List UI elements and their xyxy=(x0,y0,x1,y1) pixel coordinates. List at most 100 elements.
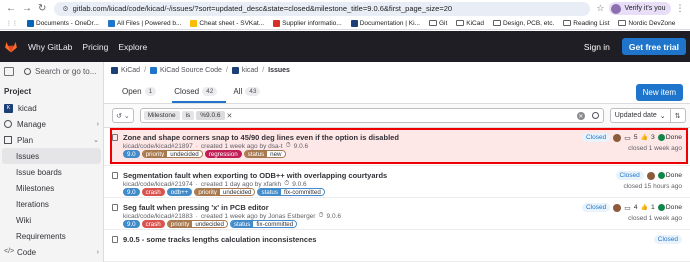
issue-meta: kicad/code/kicad#21897 · created 1 week ag… xyxy=(123,142,308,150)
gitlab-logo-icon[interactable] xyxy=(4,40,18,53)
sort-dropdown[interactable]: Updated date ⌄ ⇅ xyxy=(609,108,686,123)
issue-milestone[interactable]: 9.0.6 xyxy=(292,181,306,188)
issue-reference[interactable]: kicad/code/kicad#21883 xyxy=(123,213,193,220)
sidebar-item-requirements[interactable]: Requirements xyxy=(0,228,103,244)
menu-icon[interactable]: ⋮ xyxy=(676,3,685,14)
recent-searches-button[interactable]: ↺ ⌄ xyxy=(112,108,134,123)
apps-icon[interactable]: ⋮⋮ xyxy=(6,20,18,27)
bookmark-item[interactable]: All Files | Powered b... xyxy=(107,19,181,27)
nav-why-gitlab[interactable]: Why GitLab xyxy=(28,42,72,52)
clear-icon[interactable]: ✕ xyxy=(576,112,585,120)
tab-all[interactable]: All 43 xyxy=(233,87,269,103)
issue-status-group: Closed Done xyxy=(615,171,682,180)
sidebar-item-project[interactable]: K kicad xyxy=(0,100,103,116)
free-trial-button[interactable]: Get free trial xyxy=(621,38,686,55)
label-badge[interactable]: crash xyxy=(141,220,165,228)
done-label: Done xyxy=(665,204,682,211)
label-badge[interactable]: 9.0 xyxy=(123,220,140,228)
bookmark-item[interactable]: Reading List xyxy=(563,20,609,27)
label-badge[interactable]: priority undecided xyxy=(166,220,228,228)
issue-row[interactable]: Segmentation fault when exporting to ODB… xyxy=(104,166,690,198)
issue-title[interactable]: Segmentation fault when exporting to ODB… xyxy=(123,171,387,180)
bookmark-item[interactable]: Design, PCB, etc. xyxy=(492,20,554,27)
nav-explore[interactable]: Explore xyxy=(118,42,147,52)
bookmark-item[interactable]: Nordic DevZone xyxy=(618,20,675,27)
sidebar-item-iterations[interactable]: Iterations xyxy=(0,196,103,212)
label-badge[interactable]: priority undecided xyxy=(194,188,256,196)
issue-reference[interactable]: kicad/code/kicad#21897 xyxy=(123,143,193,150)
sign-in-button[interactable]: Sign in xyxy=(580,42,614,52)
sidebar-toggle-icon[interactable] xyxy=(4,66,14,76)
search-icon[interactable] xyxy=(591,112,599,119)
meta-separator: · xyxy=(195,180,198,188)
issue-title[interactable]: 9.0.5 - some tracks lengths calculation … xyxy=(123,235,316,244)
profile-button[interactable]: Verify it's you xyxy=(609,2,671,15)
label-badge[interactable]: odb++ xyxy=(166,188,193,196)
bookmark-item[interactable]: Git xyxy=(428,20,447,27)
label-badge[interactable]: status fix-committed xyxy=(229,220,298,228)
issue-icon xyxy=(112,134,118,141)
sidebar-item-manage[interactable]: Manage › xyxy=(0,116,103,132)
label-badge[interactable]: status new xyxy=(243,150,286,158)
bookmark-star-icon[interactable]: ☆ xyxy=(596,3,604,14)
breadcrumb-source-code[interactable]: KiCad Source Code xyxy=(160,67,222,74)
new-item-button[interactable]: New item xyxy=(635,84,683,101)
issue-title[interactable]: Seg fault when pressing 'x' in PCB edito… xyxy=(123,203,269,212)
label-badge[interactable]: 9.0 xyxy=(123,188,140,196)
filter-search-input[interactable]: Milestone is %9.0.6 ✕ ✕ xyxy=(139,108,604,123)
issue-row[interactable]: Seg fault when pressing 'x' in PCB edito… xyxy=(104,198,690,230)
bookmark-item[interactable]: Documentation | Ki... xyxy=(350,19,420,27)
assignee-avatar[interactable] xyxy=(613,133,622,142)
reload-icon[interactable]: ↻ xyxy=(38,3,46,14)
folder-icon xyxy=(618,20,627,26)
bookmark-item[interactable]: Supplier informatio... xyxy=(273,19,342,27)
sidebar-item-wiki[interactable]: Wiki xyxy=(0,212,103,228)
check-circle-icon xyxy=(657,204,665,211)
issue-reference[interactable]: kicad/code/kicad#21974 xyxy=(123,181,193,188)
bookmark-item[interactable]: Documents - OneDr... xyxy=(27,19,99,27)
issue-milestone[interactable]: 9.0.6 xyxy=(327,213,341,220)
issue-row[interactable]: 9.0.5 - some tracks lengths calculation … xyxy=(104,230,690,262)
nav-pricing[interactable]: Pricing xyxy=(82,42,108,52)
sort-direction-icon[interactable]: ⇅ xyxy=(671,112,685,120)
forward-icon[interactable]: → xyxy=(22,3,32,14)
url-text: gitlab.com/kicad/code/kicad/-/issues/?so… xyxy=(72,4,453,13)
sidebar-item-plan[interactable]: Plan ⌄ xyxy=(0,132,103,148)
label-badge[interactable]: status fix-committed xyxy=(257,188,325,196)
filter-token-operator: is xyxy=(181,111,195,120)
breadcrumb-kicad[interactable]: KiCad xyxy=(121,67,140,74)
tab-label: Open xyxy=(122,87,142,96)
label-badge[interactable]: regression xyxy=(204,150,242,158)
sidebar-item-milestones[interactable]: Milestones xyxy=(0,180,103,196)
breadcrumb-project[interactable]: kicad xyxy=(242,67,258,74)
sidebar-item-label: kicad xyxy=(18,103,37,113)
label-badge[interactable]: crash xyxy=(141,188,165,196)
bookmark-item[interactable]: KiCad xyxy=(456,20,484,27)
label-value: fix-committed xyxy=(280,189,324,195)
assignee-avatar[interactable] xyxy=(646,171,655,180)
sidebar-search[interactable]: Search or go to... xyxy=(24,67,96,76)
sidebar-item-code[interactable]: </> Code › xyxy=(0,244,103,260)
label-badge[interactable]: priority undecided xyxy=(141,150,203,158)
address-bar[interactable]: ⚙ gitlab.com/kicad/code/kicad/-/issues/?… xyxy=(54,1,591,16)
issue-row[interactable]: Zone and shape corners snap to 45/90 deg… xyxy=(104,128,690,166)
tab-closed[interactable]: Closed 42 xyxy=(172,87,227,103)
sidebar-item-issue-boards[interactable]: Issue boards xyxy=(0,164,103,180)
bookmark-item[interactable]: Cheat sheet - SVKat... xyxy=(190,19,264,27)
sidebar-item-label: Plan xyxy=(17,135,34,145)
bookmark-label: Reading List xyxy=(573,19,610,27)
breadcrumb-issues[interactable]: Issues xyxy=(268,67,290,74)
issue-milestone[interactable]: 9.0.6 xyxy=(294,143,308,150)
assignee-avatar[interactable] xyxy=(613,203,622,212)
done-status: Done xyxy=(657,204,682,211)
token-close-icon[interactable]: ✕ xyxy=(227,112,233,120)
back-icon[interactable]: ← xyxy=(6,3,16,14)
issue-labels: 9.0 crash odb++ priority undecided status fix-… xyxy=(123,188,325,196)
folder-icon xyxy=(456,20,465,26)
site-info-icon[interactable]: ⚙ xyxy=(62,5,68,13)
sidebar-item-issues[interactable]: Issues xyxy=(2,148,101,164)
issue-created: created 1 week ago by dsa-t xyxy=(200,142,283,150)
tab-open[interactable]: Open 1 xyxy=(122,87,165,103)
label-badge[interactable]: 9.0 xyxy=(123,150,140,158)
issue-title[interactable]: Zone and shape corners snap to 45/90 deg… xyxy=(123,133,399,142)
